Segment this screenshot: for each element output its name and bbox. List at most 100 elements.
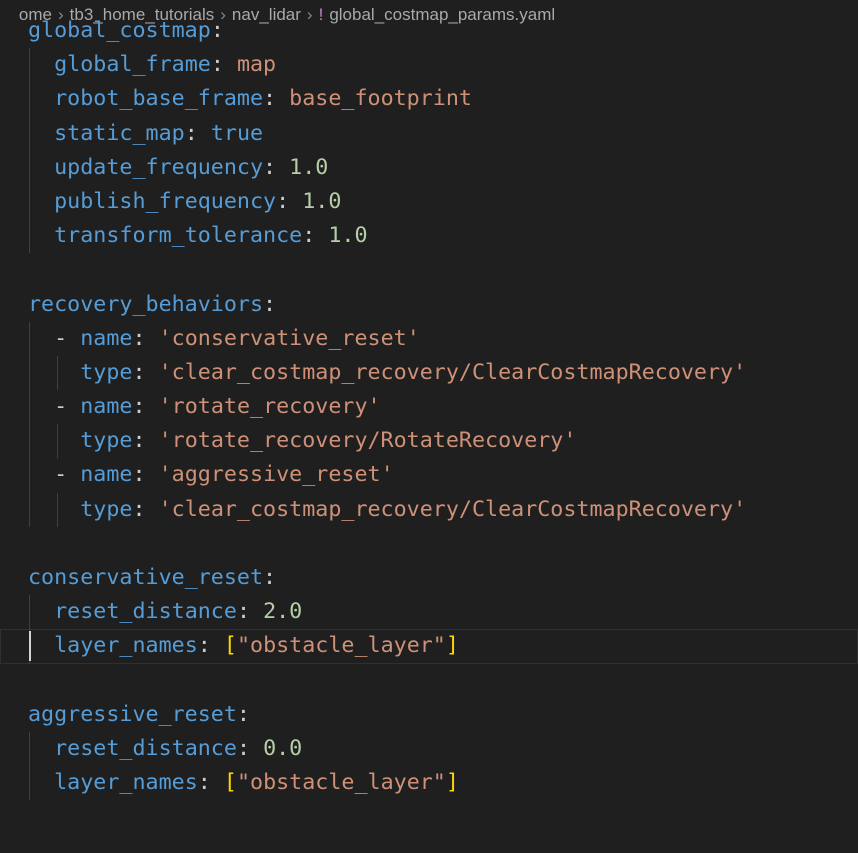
yaml-value: map (236, 52, 277, 78)
code-line[interactable]: aggressive_reset: (0, 698, 858, 732)
yaml-key: global_frame (54, 52, 211, 78)
yaml-colon: : (132, 462, 159, 488)
yaml-value: 1.0 (328, 223, 368, 249)
breadcrumb: ome › tb3_home_tutorials › nav_lidar ›! global… (0, 0, 555, 24)
yaml-colon: : (263, 154, 290, 180)
code-text: type: 'clear_costmap_recovery/ClearCostm… (28, 356, 746, 390)
yaml-colon: : (210, 52, 237, 78)
code-text: global_frame: map (28, 48, 276, 82)
yaml-value: base_footprint (289, 86, 472, 112)
yaml-value: 1.0 (302, 188, 342, 214)
code-line[interactable]: reset_distance: 2.0 (0, 595, 858, 630)
yaml-key: reset_distance (54, 599, 237, 625)
code-line[interactable]: update_frequency: 1.0 (0, 150, 858, 185)
yaml-key: layer_names (54, 633, 198, 659)
code-line[interactable]: - name: 'conservative_reset' (0, 321, 858, 356)
yaml-colon: : (302, 223, 329, 249)
code-line[interactable]: reset_distance: 0.0 (0, 731, 858, 767)
code-text: - name: 'rotate_recovery' (28, 390, 380, 424)
yaml-key: name (80, 462, 133, 488)
code-line[interactable] (0, 253, 858, 287)
code-line[interactable]: - name: 'aggressive_reset' (0, 458, 858, 493)
code-line[interactable]: layer_names: ["obstacle_layer"] (0, 766, 858, 801)
code-line[interactable]: global_frame: map (0, 48, 858, 83)
code-text: layer_names: ["obstacle_layer"] (28, 629, 459, 663)
code-line[interactable] (0, 664, 858, 698)
yaml-key: static_map (54, 120, 185, 146)
list-dash: - (54, 462, 81, 488)
yaml-colon: : (197, 770, 224, 796)
code-line[interactable]: robot_base_frame: base_footprint (0, 82, 858, 117)
code-text: type: 'clear_costmap_recovery/ClearCostm… (28, 493, 746, 527)
code-text: layer_names: ["obstacle_layer"] (28, 766, 459, 800)
list-dash: - (54, 325, 81, 351)
yaml-colon: : (263, 565, 277, 590)
code-line[interactable]: global_costmap: (0, 14, 858, 48)
code-line[interactable]: layer_names: ["obstacle_layer"] (0, 629, 858, 664)
yaml-value: "obstacle_layer" (236, 770, 446, 796)
code-text: reset_distance: 0.0 (28, 732, 302, 766)
yaml-colon: : (236, 701, 250, 727)
code-line[interactable]: static_map: true (0, 116, 858, 151)
code-text: publish_frequency: 1.0 (28, 185, 341, 219)
yaml-colon: : (236, 735, 264, 761)
code-text: aggressive_reset: (28, 698, 250, 732)
yaml-key: layer_names (54, 770, 198, 796)
yaml-colon: : (210, 18, 224, 43)
code-line[interactable]: transform_tolerance: 1.0 (0, 219, 858, 254)
code-line[interactable]: type: 'clear_costmap_recovery/ClearCostm… (0, 492, 858, 527)
code-line[interactable]: publish_frequency: 1.0 (0, 184, 858, 220)
yaml-key: reset_distance (54, 735, 237, 761)
code-line[interactable] (0, 527, 858, 561)
code-text: - name: 'conservative_reset' (28, 322, 420, 356)
code-line[interactable]: recovery_behaviors: (0, 288, 858, 322)
yaml-key: aggressive_reset (28, 701, 237, 727)
code-line[interactable]: conservative_reset: (0, 561, 858, 595)
yaml-value: 'clear_costmap_recovery/ClearCostmapReco… (158, 496, 747, 522)
yaml-colon: : (132, 496, 159, 522)
bracket-close: ] (445, 770, 459, 796)
yaml-key: name (80, 394, 133, 420)
code-text: global_costmap: (28, 14, 224, 48)
yaml-key: global_costmap (28, 18, 211, 43)
yaml-value: 0.0 (263, 735, 303, 761)
code-text: reset_distance: 2.0 (28, 595, 302, 629)
yaml-key: update_frequency (54, 154, 264, 180)
code-text: update_frequency: 1.0 (28, 151, 328, 185)
yaml-value: 'conservative_reset' (158, 325, 420, 351)
bracket-close: ] (445, 633, 459, 659)
yaml-colon: : (184, 120, 211, 146)
yaml-colon: : (132, 428, 159, 454)
yaml-value: "obstacle_layer" (236, 633, 446, 659)
code-text: robot_base_frame: base_footprint (28, 82, 472, 116)
code-line[interactable]: type: 'clear_costmap_recovery/ClearCostm… (0, 355, 858, 391)
yaml-key: recovery_behaviors (28, 291, 264, 317)
code-area[interactable]: global_costmap: global_frame: map robot_… (0, 14, 858, 801)
code-line[interactable]: type: 'rotate_recovery/RotateRecovery' (0, 424, 858, 459)
code-text: recovery_behaviors: (28, 288, 276, 322)
yaml-colon: : (276, 188, 303, 214)
code-text: transform_tolerance: 1.0 (28, 219, 368, 253)
yaml-value: 'aggressive_reset' (158, 462, 394, 488)
code-editor[interactable]: ome › tb3_home_tutorials › nav_lidar ›! global… (0, 0, 858, 853)
code-text: type: 'rotate_recovery/RotateRecovery' (28, 424, 576, 458)
code-text: static_map: true (28, 117, 263, 151)
bracket-open: [ (223, 770, 237, 796)
bracket-open: [ (223, 633, 237, 659)
yaml-colon: : (263, 291, 277, 317)
yaml-key: name (80, 325, 133, 351)
code-line[interactable]: - name: 'rotate_recovery' (0, 390, 858, 425)
yaml-colon: : (132, 394, 159, 420)
